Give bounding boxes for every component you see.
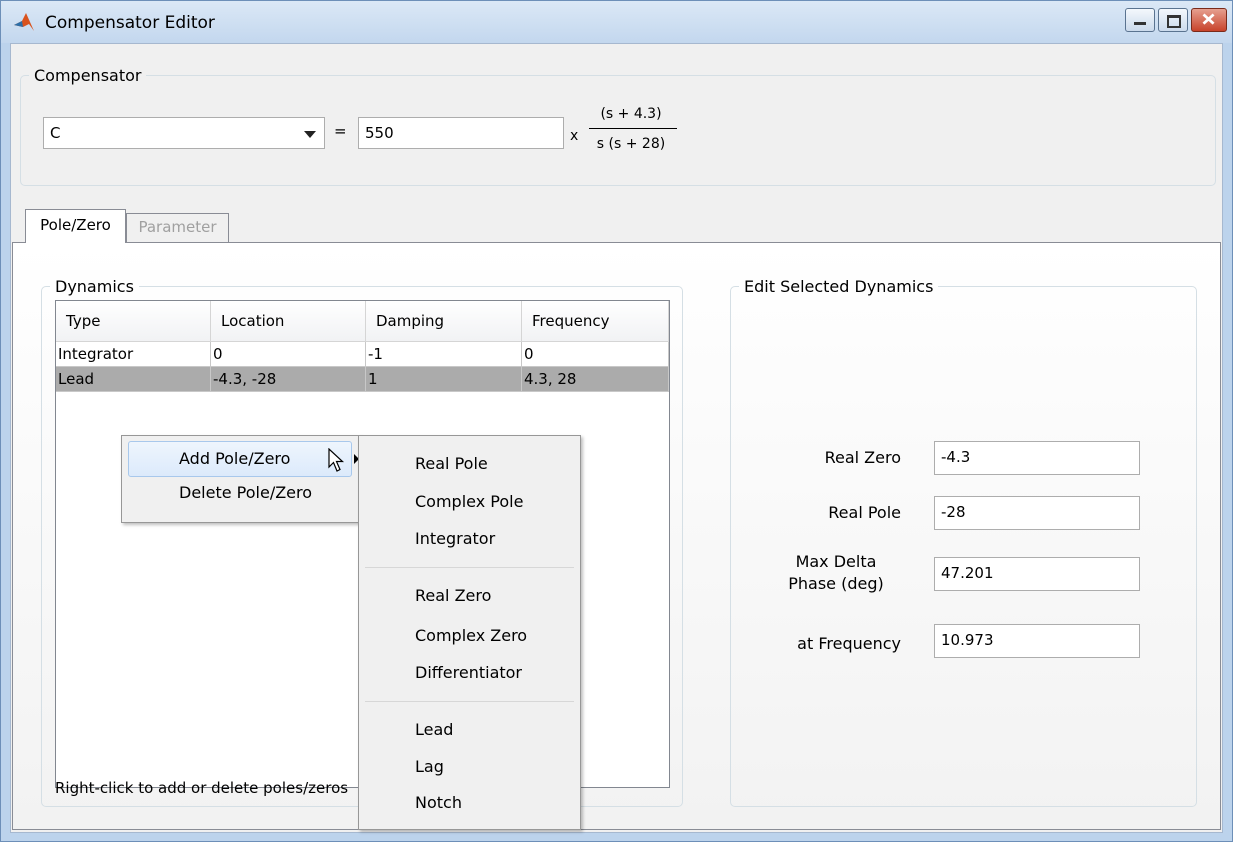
table-header-row: Type Location Damping Frequency [56,301,669,342]
at-frequency-field[interactable]: 10.973 [934,624,1140,658]
maximize-icon [1167,15,1181,28]
real-pole-label: Real Pole [828,503,901,522]
submenu: Real Pole Complex Pole Integrator Real Z… [358,435,581,830]
table-row[interactable]: Integrator 0 -1 0 [56,341,669,367]
cell-type[interactable]: Integrator [56,341,211,367]
maximize-button[interactable] [1158,8,1188,32]
real-zero-value: -4.3 [941,448,971,466]
dynamics-legend: Dynamics [55,277,134,296]
column-header-location[interactable]: Location [210,301,366,342]
cell-damping[interactable]: -1 [365,341,522,367]
menu-item-delete-pole-zero[interactable]: Delete Pole/Zero [179,483,312,502]
real-pole-field[interactable]: -28 [934,496,1140,530]
column-header-type[interactable]: Type [56,301,211,342]
menu-item-lead[interactable]: Lead [415,720,453,739]
column-header-damping[interactable]: Damping [365,301,522,342]
equals-sign: = [334,122,347,140]
multiply-sign: x [570,128,579,144]
max-delta-phase-label: Max Delta Phase (deg) [751,551,901,595]
tf-fraction-bar [589,128,677,129]
minimize-button[interactable] [1125,8,1155,32]
menu-item-integrator[interactable]: Integrator [415,529,495,548]
window-client: Compensator C = 550 x (s + 4.3) s (s + 2… [10,43,1223,833]
menu-item-notch[interactable]: Notch [415,793,462,812]
real-zero-label: Real Zero [824,448,901,467]
tab-pole-zero[interactable]: Pole/Zero [25,209,126,243]
max-delta-phase-field[interactable]: 47.201 [934,557,1140,591]
menu-separator [365,701,574,702]
mouse-cursor-icon [328,448,345,472]
dynamics-hint: Right-click to add or delete poles/zeros [55,779,349,797]
chevron-down-icon [304,131,316,138]
real-pole-value: -28 [941,503,966,521]
gain-field[interactable]: 550 [358,117,564,149]
compensator-editor-window: Compensator Editor Compensator C = 550 x… [0,0,1233,842]
transfer-function: (s + 4.3) s (s + 28) [583,102,679,155]
cell-location[interactable]: 0 [210,341,366,367]
max-delta-phase-label-line2: Phase (deg) [788,574,884,593]
menu-item-real-pole[interactable]: Real Pole [415,454,488,473]
max-delta-phase-value: 47.201 [941,564,994,582]
menu-item-complex-pole[interactable]: Complex Pole [415,492,523,511]
gain-value: 550 [365,124,394,142]
compensator-legend: Compensator [34,66,142,85]
compensator-select-value: C [50,124,61,142]
compensator-select[interactable]: C [43,117,325,149]
close-button[interactable] [1191,8,1227,32]
window-title: Compensator Editor [45,13,215,33]
title-bar[interactable]: Compensator Editor [1,1,1232,43]
cell-type[interactable]: Lead [56,366,211,392]
minimize-icon [1134,22,1146,25]
menu-separator [365,567,574,568]
menu-item-differentiator[interactable]: Differentiator [415,663,522,682]
real-zero-field[interactable]: -4.3 [934,441,1140,475]
at-frequency-label: at Frequency [797,634,901,653]
tf-numerator: (s + 4.3) [600,106,662,122]
max-delta-phase-label-line1: Max Delta [795,552,877,571]
column-header-frequency[interactable]: Frequency [521,301,669,342]
cell-damping[interactable]: 1 [365,366,522,392]
context-menu: Add Pole/Zero Delete Pole/Zero [121,435,361,523]
edit-dynamics-legend: Edit Selected Dynamics [744,277,934,296]
edit-dynamics-group: Edit Selected Dynamics [730,277,1197,807]
at-frequency-value: 10.973 [941,631,994,649]
tab-parameter[interactable]: Parameter [126,213,229,242]
dynamics-table: Type Location Damping Frequency Integrat… [56,301,669,392]
menu-item-lag[interactable]: Lag [415,757,444,776]
cell-frequency[interactable]: 4.3, 28 [521,366,669,392]
close-icon [1202,13,1215,25]
menu-item-complex-zero[interactable]: Complex Zero [415,626,527,645]
cell-location[interactable]: -4.3, -28 [210,366,366,392]
menu-item-add-pole-zero[interactable]: Add Pole/Zero [179,449,290,468]
table-row-selected[interactable]: Lead -4.3, -28 1 4.3, 28 [56,366,669,392]
tf-denominator: s (s + 28) [596,136,666,152]
matlab-logo-icon [14,13,34,31]
menu-item-real-zero[interactable]: Real Zero [415,586,491,605]
cell-frequency[interactable]: 0 [521,341,669,367]
